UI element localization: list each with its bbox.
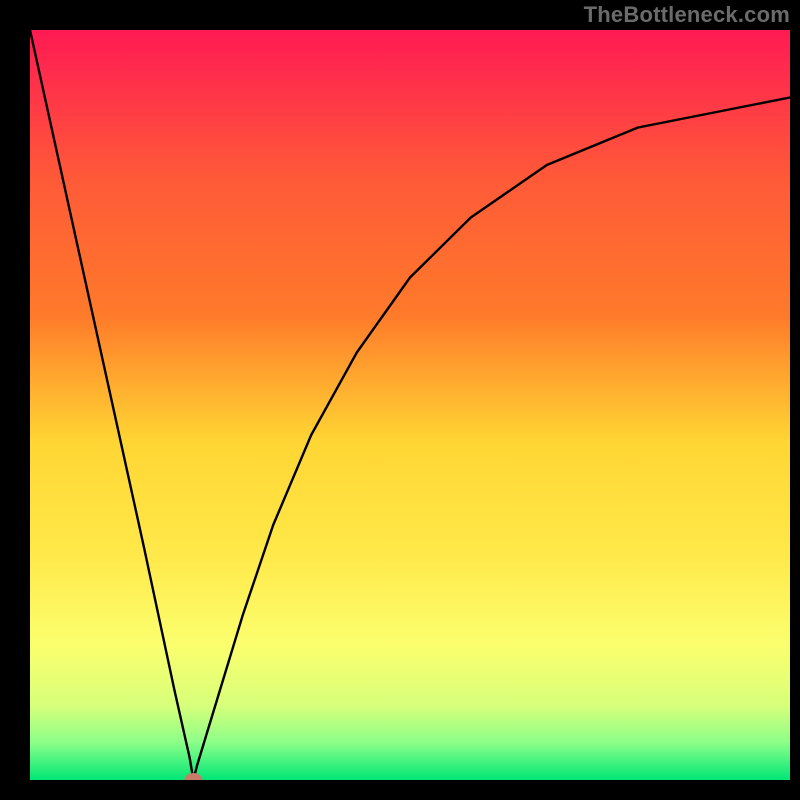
chart-svg [0,0,800,800]
chart-container: TheBottleneck.com [0,0,800,800]
watermark-text: TheBottleneck.com [584,2,790,28]
plot-background [30,30,790,780]
